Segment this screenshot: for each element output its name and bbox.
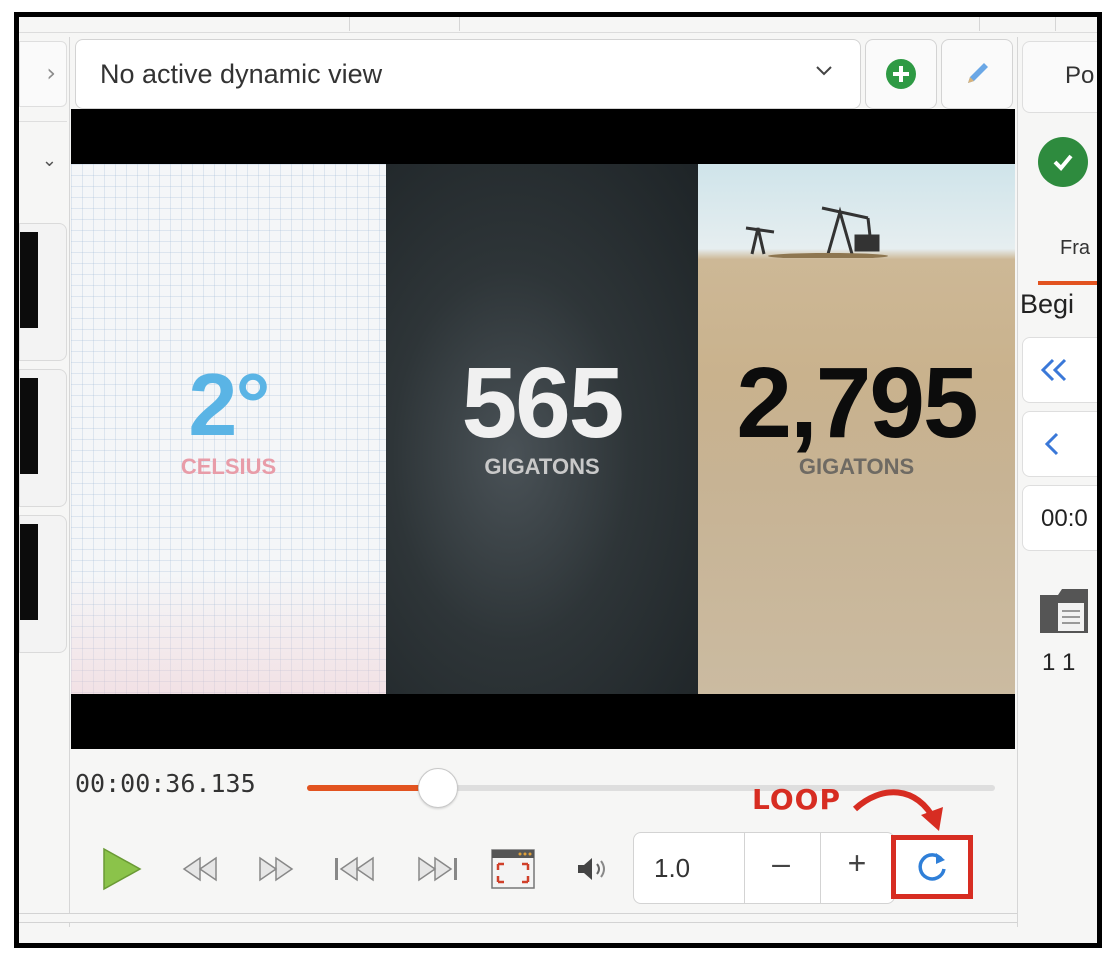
count-text: 1 1 [1042,649,1076,676]
begin-time-field[interactable]: 00:0 [1022,485,1097,551]
play-button[interactable] [97,845,147,893]
jump-start-button[interactable] [1022,337,1097,403]
fast-forward-icon [259,856,294,882]
chevron-down-icon [812,58,836,88]
oil-pump-illustration [745,206,888,258]
video-player[interactable]: 2° CELSIUS 565 GIGATONS 2,795 GIGATONS [71,109,1015,749]
chevron-left-icon [1044,432,1059,456]
rewind-icon [182,856,217,882]
fullscreen-icon [491,849,535,889]
video-panel-565: 565 GIGATONS [386,164,698,694]
dynamic-view-select[interactable]: No active dynamic view [75,39,861,109]
active-tab-indicator [1038,281,1097,285]
volume-icon [578,858,605,880]
right-panel: Po Fra Begi 00:0 1 1 [1017,37,1097,927]
video-panel-celsius: 2° CELSIUS [71,164,386,694]
rate-value[interactable]: 1.0 [654,853,690,884]
thumbnail-item[interactable] [19,515,67,653]
skip-start-icon [335,856,374,882]
top-toolbar-strip [19,17,1097,33]
step-back-button[interactable] [1022,411,1097,477]
begin-label: Begi [1020,289,1075,319]
playback-rate-control: 1.0 – + [633,832,895,904]
chevron-down-icon[interactable]: ⌄ [19,121,67,213]
thumbnail-item[interactable] [19,369,67,507]
panel-unit: CELSIUS [180,454,277,479]
loop-icon [918,853,946,881]
thumbnail-item[interactable] [19,223,67,361]
skip-end-button[interactable] [409,845,463,893]
left-panel: › ⌄ [19,37,70,927]
folder-icon[interactable] [1038,585,1092,641]
double-chevron-left-icon [1040,358,1067,382]
pencil-icon [968,63,988,83]
tab-properties[interactable]: Po [1022,41,1097,113]
rewind-button[interactable] [175,845,225,893]
play-icon [103,847,142,891]
chevron-right-icon[interactable]: › [19,41,67,107]
fast-forward-button[interactable] [251,845,301,893]
status-bar [19,913,1097,923]
loop-annotation-label: LOOP [752,783,841,816]
skip-end-icon [418,856,457,882]
rate-decrease-button[interactable]: – [746,845,816,882]
app-window: › ⌄ No active dynamic view 2° CELSIUS 56… [14,12,1102,948]
fullscreen-button[interactable] [487,845,539,893]
rate-increase-button[interactable]: + [822,845,892,882]
check-icon [1038,137,1088,187]
add-dynamic-view-button[interactable] [865,39,937,109]
loop-button[interactable] [891,835,973,899]
seek-handle[interactable] [417,768,458,808]
panel-number: 2,795 [736,347,978,459]
current-time: 00:00:36.135 [75,769,256,798]
tab-frame[interactable]: Fra [1060,237,1090,260]
panel-unit: GIGATONS [484,454,600,479]
dynamic-view-label: No active dynamic view [100,58,383,89]
plus-circle-icon [886,59,916,89]
panel-number: 565 [461,347,625,459]
panel-unit: GIGATONS [798,454,915,479]
edit-dynamic-view-button[interactable] [941,39,1013,109]
annotation-arrow-icon [852,789,943,831]
skip-start-button[interactable] [329,845,383,893]
panel-number: 2° [188,355,270,454]
volume-button[interactable] [569,845,615,893]
video-panel-2795: 2,795 GIGATONS [698,164,1015,694]
